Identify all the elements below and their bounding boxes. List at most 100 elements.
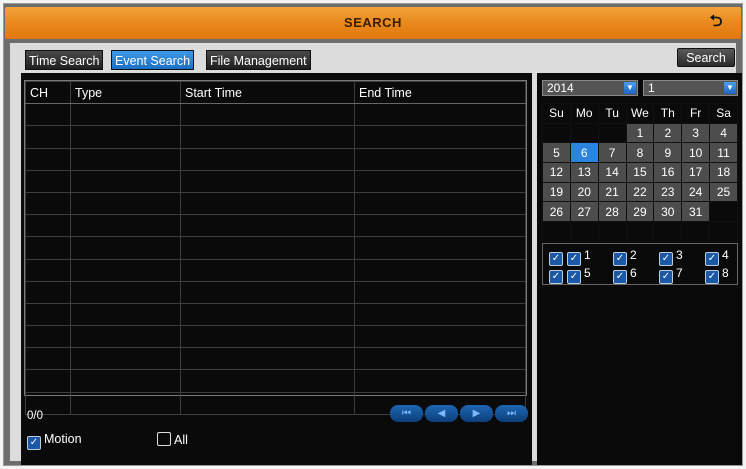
weekday-label: Th: [653, 103, 683, 124]
channel-checkbox-5[interactable]: ✓ 5: [567, 266, 591, 284]
calendar-day[interactable]: 15: [625, 162, 655, 183]
table-row[interactable]: [25, 103, 526, 127]
calendar-day[interactable]: 17: [681, 162, 711, 183]
checkbox-icon[interactable]: ✓: [613, 252, 627, 266]
calendar-day[interactable]: 28: [597, 201, 627, 223]
calendar-day[interactable]: 20: [569, 181, 599, 203]
chevron-down-icon[interactable]: ▼: [624, 82, 636, 94]
prev-page-icon[interactable]: ◀: [425, 405, 458, 422]
all-checkbox-icon[interactable]: [157, 432, 171, 446]
calendar-day[interactable]: 14: [597, 162, 627, 183]
results-table: CH Type Start Time End Time: [24, 80, 527, 415]
calendar-day[interactable]: 24: [681, 181, 711, 203]
table-cell: [25, 369, 71, 393]
checkbox-icon[interactable]: ✓: [659, 270, 673, 284]
channel-checkbox-1[interactable]: ✓ 1: [567, 248, 591, 266]
table-row[interactable]: [25, 125, 526, 149]
all-channels-checkbox-icon[interactable]: ✓: [549, 252, 563, 266]
tab-time-search[interactable]: Time Search: [25, 50, 104, 70]
calendar-day[interactable]: 21: [597, 181, 627, 203]
calendar-day[interactable]: 22: [625, 181, 655, 203]
channel-checkbox-7[interactable]: ✓ 7: [659, 266, 683, 284]
tab-file-management[interactable]: File Management: [206, 50, 311, 70]
calendar-day[interactable]: 9: [653, 142, 683, 164]
all-filter[interactable]: All: [157, 432, 188, 447]
calendar-day[interactable]: 3: [681, 122, 711, 144]
calendar-day[interactable]: 2: [653, 122, 683, 144]
calendar-day[interactable]: 1: [625, 122, 655, 144]
calendar-day[interactable]: 31: [681, 201, 711, 223]
channel-checkbox-3[interactable]: ✓ 3: [659, 248, 683, 266]
table-row[interactable]: [25, 258, 526, 282]
search-button[interactable]: Search: [677, 48, 735, 67]
checkbox-icon[interactable]: ✓: [659, 252, 673, 266]
table-cell: [25, 302, 71, 327]
table-cell: [180, 125, 355, 149]
table-cell: [70, 302, 181, 327]
calendar-day[interactable]: 29: [625, 201, 655, 223]
column-start-time: Start Time: [180, 80, 355, 105]
calendar-day[interactable]: 5: [542, 142, 571, 164]
title-bar: SEARCH ⮌: [5, 7, 741, 39]
calendar-day[interactable]: 30: [653, 201, 683, 223]
table-row[interactable]: [25, 369, 526, 393]
all-channels-checkbox-icon[interactable]: ✓: [549, 270, 563, 284]
checkbox-icon[interactable]: ✓: [613, 270, 627, 284]
calendar-day[interactable]: 7: [597, 142, 627, 164]
calendar-day[interactable]: 19: [542, 181, 571, 203]
checkbox-icon[interactable]: ✓: [567, 270, 581, 284]
return-arrow-icon[interactable]: ⮌: [707, 13, 725, 31]
calendar-grid: Su Mo Tu We Th Fr Sa 1 2 3 4 5 6 7 8 9 10 11 12 13 14 15 16 17 1…: [542, 103, 738, 242]
table-header: CH Type Start Time End Time: [25, 80, 526, 105]
motion-filter[interactable]: ✓ Motion: [27, 432, 82, 450]
channel-checkbox-8[interactable]: ✓ 8: [705, 266, 729, 284]
table-row[interactable]: [25, 302, 526, 327]
checkbox-icon[interactable]: ✓: [705, 270, 719, 284]
calendar-day[interactable]: 23: [653, 181, 683, 203]
all-channels-toggle[interactable]: ✓: [549, 248, 566, 266]
motion-checkbox-icon[interactable]: ✓: [27, 436, 41, 450]
table-row[interactable]: [25, 169, 526, 193]
chevron-down-icon[interactable]: ▼: [724, 82, 736, 94]
table-row[interactable]: [25, 325, 526, 349]
table-cell: [25, 103, 71, 127]
last-page-icon[interactable]: ⏭: [495, 405, 528, 422]
calendar-day[interactable]: 12: [542, 162, 571, 183]
calendar-day[interactable]: 6: [569, 142, 599, 164]
calendar-day[interactable]: 4: [709, 122, 738, 144]
channel-label: 5: [584, 266, 591, 280]
table-row[interactable]: [25, 214, 526, 238]
table-row[interactable]: [25, 347, 526, 371]
calendar-day[interactable]: 10: [681, 142, 711, 164]
calendar-day[interactable]: 13: [569, 162, 599, 183]
column-type: Type: [70, 80, 181, 105]
month-select[interactable]: 1 ▼: [643, 80, 738, 96]
calendar-day[interactable]: 26: [542, 201, 571, 223]
channel-checkbox-2[interactable]: ✓ 2: [613, 248, 637, 266]
channel-checkbox-4[interactable]: ✓ 4: [705, 248, 729, 266]
calendar-day[interactable]: 25: [709, 181, 738, 203]
tab-event-search[interactable]: Event Search: [111, 50, 195, 70]
table-cell: [70, 325, 181, 349]
table-row[interactable]: [25, 236, 526, 260]
table-cell: [180, 169, 355, 193]
calendar-day[interactable]: 16: [653, 162, 683, 183]
table-row[interactable]: [25, 147, 526, 171]
calendar-day[interactable]: 27: [569, 201, 599, 223]
checkbox-icon[interactable]: ✓: [705, 252, 719, 266]
next-page-icon[interactable]: ▶: [460, 405, 493, 422]
calendar-empty-cell: [709, 221, 738, 242]
first-page-icon[interactable]: ⏮: [390, 405, 423, 422]
year-select[interactable]: 2014 ▼: [542, 80, 638, 96]
weekday-label: Fr: [681, 103, 711, 124]
channel-label: 6: [630, 266, 637, 280]
calendar-day[interactable]: 11: [709, 142, 738, 164]
checkbox-icon[interactable]: ✓: [567, 252, 581, 266]
all-channels-toggle[interactable]: ✓: [549, 266, 566, 284]
table-cell: [180, 103, 355, 127]
calendar-day[interactable]: 18: [709, 162, 738, 183]
table-row[interactable]: [25, 191, 526, 216]
channel-checkbox-6[interactable]: ✓ 6: [613, 266, 637, 284]
calendar-day[interactable]: 8: [625, 142, 655, 164]
table-row[interactable]: [25, 280, 526, 304]
